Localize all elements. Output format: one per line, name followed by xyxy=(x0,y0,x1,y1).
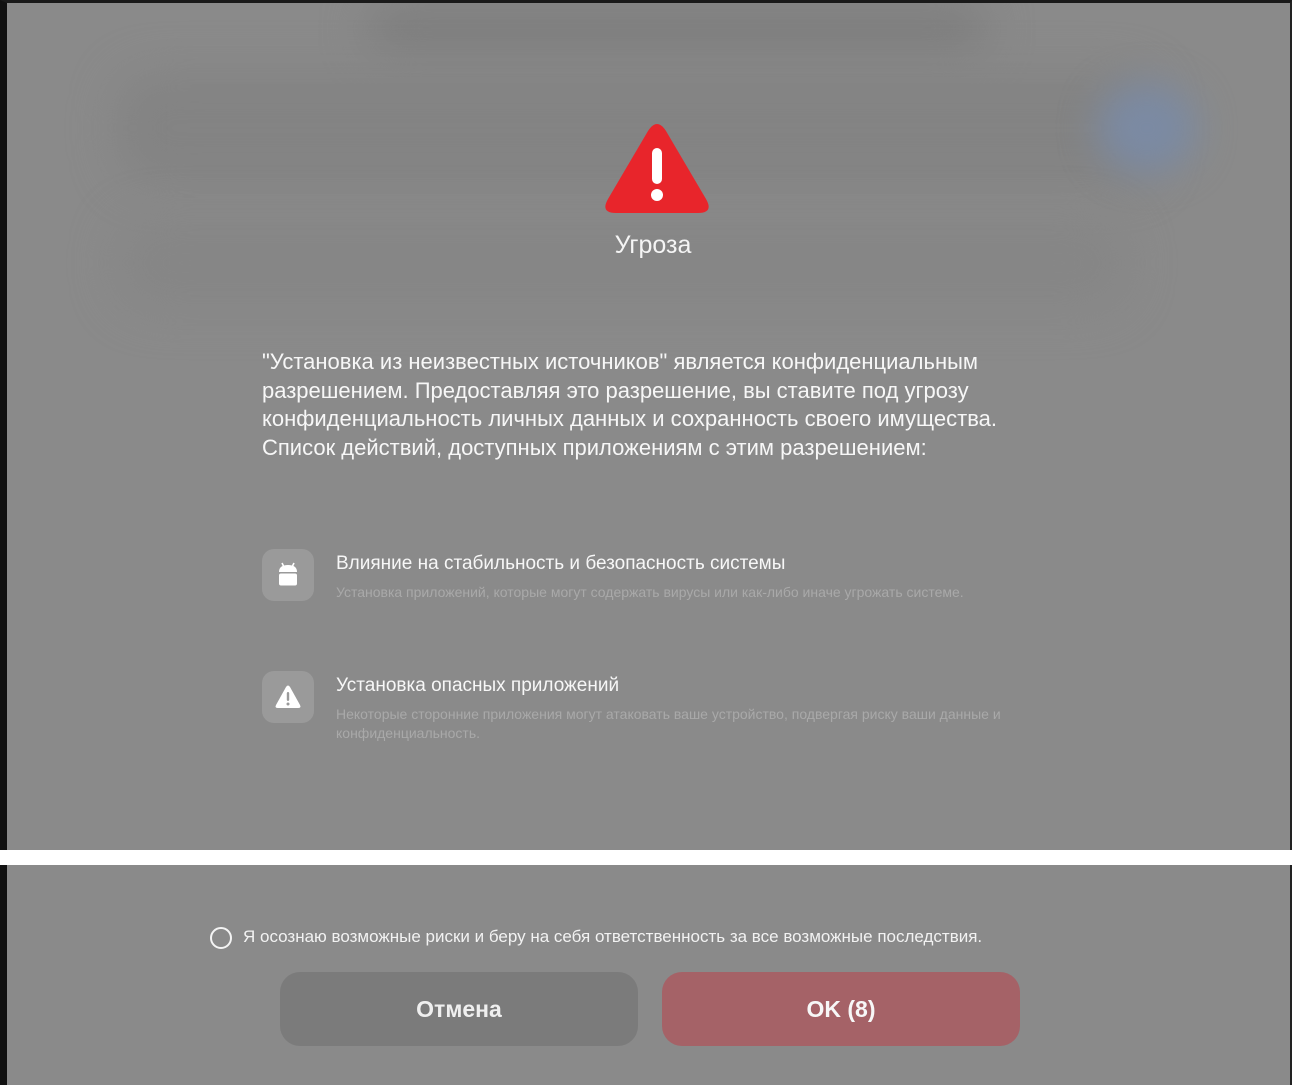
warning-icon xyxy=(262,671,314,723)
permission-item-description: Установка приложений, которые могут соде… xyxy=(336,584,964,600)
android-icon xyxy=(262,549,314,601)
permission-item-title: Установка опасных приложений xyxy=(336,675,620,696)
dialog-description: "Установка из неизвестных источников" яв… xyxy=(262,349,997,460)
dialog-title: Угроза xyxy=(614,231,692,259)
ok-button[interactable]: OK (8) xyxy=(662,972,1020,1046)
blurred-background-bar xyxy=(367,3,987,53)
permission-item-description: Некоторые сторонние приложения могут ата… xyxy=(336,706,1001,741)
consent-radio[interactable] xyxy=(210,927,232,949)
consent-text[interactable]: Я осознаю возможные риски и беру на себя… xyxy=(243,927,982,947)
warning-dialog: Угроза "Установка из неизвестных источни… xyxy=(0,0,1292,850)
cancel-button[interactable]: Отмена xyxy=(280,972,638,1046)
warning-triangle-icon xyxy=(605,124,709,213)
blurred-avatar xyxy=(1097,83,1197,173)
permission-item-title: Влияние на стабильность и безопасность с… xyxy=(336,553,786,574)
dialog-footer: Я осознаю возможные риски и беру на себя… xyxy=(0,865,1292,1085)
